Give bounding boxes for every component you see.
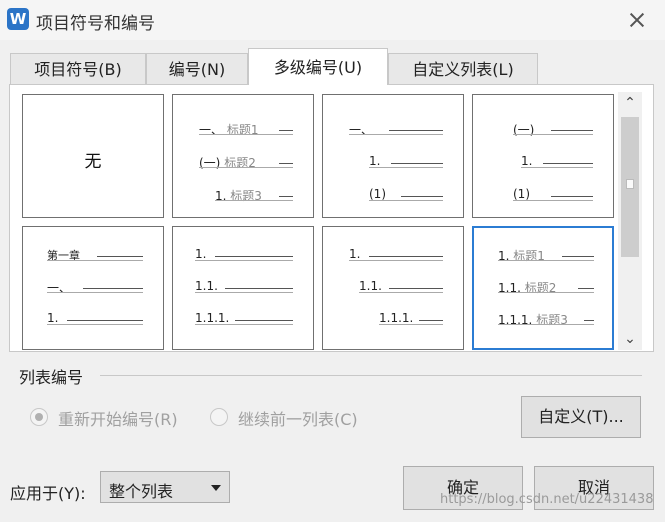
scroll-down-arrow-icon[interactable]: ⌄ [618, 328, 642, 350]
radio-dot-icon [210, 408, 228, 426]
preset-chinese-arabic[interactable]: 一、 1. (1) [322, 94, 464, 218]
apply-to-label: 应用于(Y): [10, 484, 86, 503]
scroll-grip-icon [626, 179, 634, 189]
preset-row: (一) 标题2 [199, 152, 295, 172]
continue-list-radio[interactable]: 继续前一列表(C) [210, 404, 380, 430]
preset-decimal-flat[interactable]: 1. 1.1. 1.1.1. [172, 226, 314, 350]
watermark-text: https://blog.csdn.net/u22431438 [440, 492, 654, 507]
restart-numbering-label: 重新开始编号(R) [58, 410, 178, 429]
list-numbering-label: 列表编号 [19, 368, 84, 387]
preset-row: 1. 标题3 [215, 185, 295, 205]
tab-numbering[interactable]: 编号(N) [146, 53, 248, 84]
radio-dot-icon [30, 408, 48, 426]
close-icon[interactable] [622, 6, 652, 34]
scroll-thumb[interactable] [621, 117, 639, 257]
preset-none-label: 无 [84, 152, 102, 172]
tab-bullets[interactable]: 项目符号(B) [10, 53, 146, 84]
scroll-up-arrow-icon[interactable]: ⌃ [618, 92, 642, 114]
preset-decimal-heading-selected[interactable]: 1. 标题1 1.1. 标题2 1.1.1. 标题3 [472, 226, 614, 350]
tab-multilevel[interactable]: 多级编号(U) [248, 48, 388, 85]
tab-strip: 项目符号(B) 编号(N) 多级编号(U) 自定义列表(L) [0, 48, 665, 85]
apply-to-value: 整个列表 [109, 482, 174, 501]
tab-custom-list[interactable]: 自定义列表(L) [388, 53, 538, 84]
preset-scrollbar[interactable]: ⌃ ⌄ [618, 92, 642, 350]
preset-chapter[interactable]: 第一章 一、 1. [22, 226, 164, 350]
section-divider [100, 375, 642, 376]
customize-button[interactable]: 自定义(T)... [521, 396, 641, 438]
apply-to-select[interactable]: 整个列表 [100, 471, 230, 503]
preset-decimal-indented[interactable]: 1. 1.1. 1.1.1. [322, 226, 464, 350]
preset-gallery: 无 一、 标题1 (一) 标题2 1. 标题3 一、 1. (1) (一) 1.… [9, 84, 654, 352]
preset-none[interactable]: 无 [22, 94, 164, 218]
wps-app-icon: W [7, 8, 29, 30]
preset-heading-chinese[interactable]: 一、 标题1 (一) 标题2 1. 标题3 [172, 94, 314, 218]
preset-row: 一、 标题1 [199, 119, 295, 139]
preset-paren-arabic[interactable]: (一) 1. (1) [472, 94, 614, 218]
dialog-title: 项目符号和编号 [36, 14, 155, 34]
restart-numbering-radio[interactable]: 重新开始编号(R) [30, 404, 200, 430]
title-bar: W 项目符号和编号 [0, 0, 665, 40]
continue-list-label: 继续前一列表(C) [238, 410, 358, 429]
dropdown-arrow-icon [211, 485, 221, 491]
